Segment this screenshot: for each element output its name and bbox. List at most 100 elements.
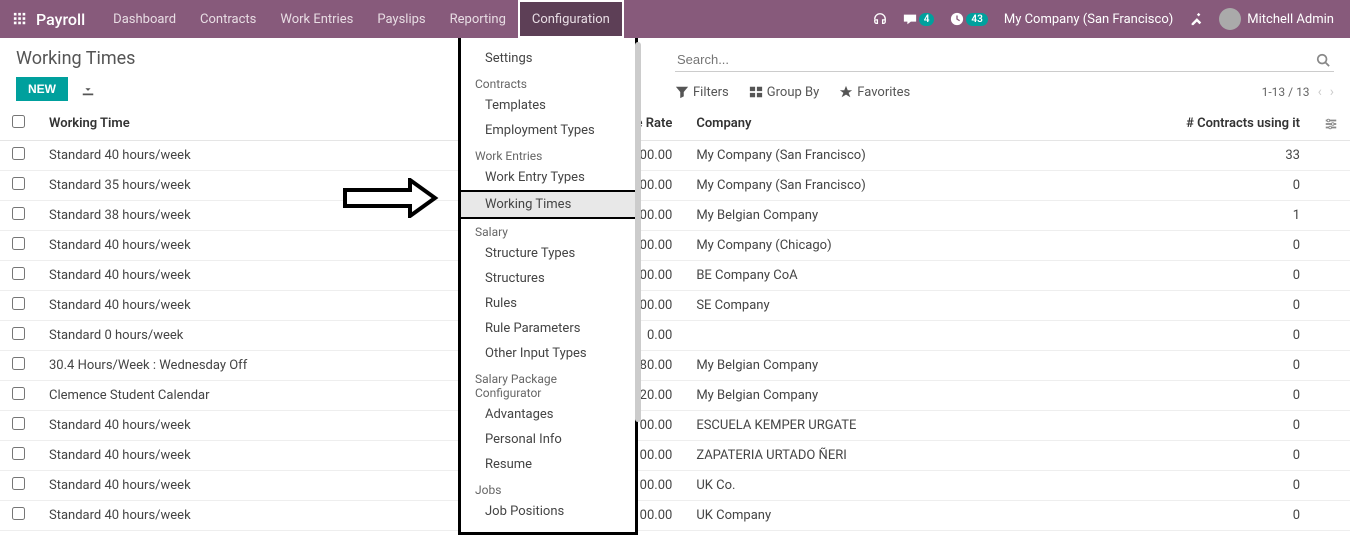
cell-company: SE Company	[684, 291, 1152, 321]
cell-contracts: 0	[1152, 321, 1312, 351]
company-name: My Company (San Francisco)	[1004, 12, 1173, 27]
filters-button[interactable]: Filters	[675, 85, 729, 100]
table-row[interactable]: Standard 40 hours/week100.00ZAPATERIA UR…	[0, 441, 1350, 471]
company-selector[interactable]: My Company (San Francisco)	[996, 0, 1181, 38]
table-row[interactable]: 30.4 Hours/Week : Wednesday Off80.00My B…	[0, 351, 1350, 381]
activities-badge: 43	[966, 13, 987, 26]
dd-item-templates[interactable]: Templates	[461, 93, 635, 118]
row-checkbox[interactable]	[12, 477, 25, 490]
control-panel: Working Times NEW Filters Group By Favor…	[0, 38, 1350, 107]
dd-item-settings[interactable]: Settings	[461, 46, 635, 71]
dd-item-working-times[interactable]: Working Times	[459, 190, 637, 219]
row-checkbox[interactable]	[12, 327, 25, 340]
table-row[interactable]: Standard 40 hours/week100.00My Company (…	[0, 141, 1350, 171]
row-checkbox[interactable]	[12, 357, 25, 370]
pager-next-icon[interactable]: ›	[1330, 84, 1334, 100]
user-menu[interactable]: Mitchell Admin	[1211, 0, 1342, 38]
dd-section-work-entries: Work Entries	[461, 143, 635, 165]
tools-icon[interactable]	[1181, 0, 1211, 38]
cell-company: ZAPATERIA URTADO ÑERI	[684, 441, 1152, 471]
working-times-table: Working Time Time Rate Company # Contrac…	[0, 107, 1350, 531]
activities-icon[interactable]: 43	[942, 0, 995, 38]
cell-company: My Belgian Company	[684, 201, 1152, 231]
table-row[interactable]: Standard 40 hours/week100.00My Company (…	[0, 231, 1350, 261]
cell-company: My Company (San Francisco)	[684, 141, 1152, 171]
favorites-label: Favorites	[857, 85, 910, 100]
dd-item-structures[interactable]: Structures	[461, 266, 635, 291]
nav-work-entries[interactable]: Work Entries	[268, 0, 365, 38]
row-checkbox[interactable]	[12, 417, 25, 430]
table-row[interactable]: Standard 40 hours/week100.00UK Co.0	[0, 471, 1350, 501]
app-name[interactable]: Payroll	[36, 10, 85, 29]
group-by-button[interactable]: Group By	[749, 85, 820, 100]
import-icon[interactable]	[81, 82, 95, 97]
nav-reporting[interactable]: Reporting	[438, 0, 518, 38]
dd-item-rules[interactable]: Rules	[461, 291, 635, 316]
col-options[interactable]	[1312, 107, 1350, 141]
cell-company: BE Company CoA	[684, 261, 1152, 291]
table-row[interactable]: Standard 40 hours/week100.00ESCUELA KEMP…	[0, 411, 1350, 441]
table-row[interactable]: Standard 40 hours/week100.00UK Company0	[0, 501, 1350, 531]
nav-configuration[interactable]: Configuration	[518, 0, 624, 38]
dd-item-resume[interactable]: Resume	[461, 452, 635, 477]
nav-payslips[interactable]: Payslips	[365, 0, 437, 38]
cell-contracts: 0	[1152, 171, 1312, 201]
new-button[interactable]: NEW	[16, 77, 68, 101]
avatar	[1219, 8, 1241, 30]
row-checkbox[interactable]	[12, 507, 25, 520]
pager-text[interactable]: 1-13 / 13	[1262, 85, 1310, 99]
pager-prev-icon[interactable]: ‹	[1318, 84, 1322, 100]
annotation-arrow	[340, 178, 440, 222]
table-row[interactable]: Standard 40 hours/week100.00BE Company C…	[0, 261, 1350, 291]
search-input[interactable]	[675, 48, 1334, 72]
row-checkbox[interactable]	[12, 207, 25, 220]
dd-item-structure-types[interactable]: Structure Types	[461, 241, 635, 266]
table-row[interactable]: Standard 35 hours/week100.00My Company (…	[0, 171, 1350, 201]
row-checkbox[interactable]	[12, 237, 25, 250]
cell-company: My Belgian Company	[684, 381, 1152, 411]
cell-contracts: 33	[1152, 141, 1312, 171]
row-checkbox[interactable]	[12, 387, 25, 400]
cell-contracts: 0	[1152, 411, 1312, 441]
dd-item-advantages[interactable]: Advantages	[461, 402, 635, 427]
table-row[interactable]: Standard 38 hours/week100.00My Belgian C…	[0, 201, 1350, 231]
dd-section-contracts: Contracts	[461, 71, 635, 93]
cell-company: UK Company	[684, 501, 1152, 531]
table-row[interactable]: Standard 0 hours/week0.000	[0, 321, 1350, 351]
dd-item-other-input-types[interactable]: Other Input Types	[461, 341, 635, 366]
support-icon[interactable]	[865, 0, 895, 38]
dd-item-rule-parameters[interactable]: Rule Parameters	[461, 316, 635, 341]
nav-dashboard[interactable]: Dashboard	[101, 0, 188, 38]
cell-contracts: 0	[1152, 501, 1312, 531]
dd-section-salary-package-configurator: Salary Package Configurator	[461, 366, 635, 402]
select-all-checkbox[interactable]	[12, 115, 25, 128]
row-checkbox[interactable]	[12, 177, 25, 190]
messaging-icon[interactable]: 4	[895, 0, 943, 38]
search-icon[interactable]	[1316, 52, 1330, 67]
filters-label: Filters	[693, 85, 729, 100]
cell-contracts: 0	[1152, 441, 1312, 471]
cell-contracts: 1	[1152, 201, 1312, 231]
favorites-button[interactable]: Favorites	[839, 85, 910, 100]
col-company[interactable]: Company	[684, 107, 1152, 141]
chat-badge: 4	[919, 13, 935, 26]
row-checkbox[interactable]	[12, 147, 25, 160]
col-contracts[interactable]: # Contracts using it	[1152, 107, 1312, 141]
table-container: Working Time Time Rate Company # Contrac…	[0, 107, 1350, 531]
dd-item-job-positions[interactable]: Job Positions	[461, 499, 635, 524]
dd-item-employment-types[interactable]: Employment Types	[461, 118, 635, 143]
row-checkbox[interactable]	[12, 267, 25, 280]
dd-item-personal-info[interactable]: Personal Info	[461, 427, 635, 452]
dd-section-jobs: Jobs	[461, 477, 635, 499]
table-row[interactable]: Standard 40 hours/week100.00SE Company0	[0, 291, 1350, 321]
apps-icon[interactable]	[8, 12, 32, 26]
dd-item-work-entry-types[interactable]: Work Entry Types	[461, 165, 635, 190]
cell-company: My Belgian Company	[684, 351, 1152, 381]
cell-contracts: 0	[1152, 471, 1312, 501]
nav-contracts[interactable]: Contracts	[188, 0, 268, 38]
table-row[interactable]: Clemence Student Calendar20.00My Belgian…	[0, 381, 1350, 411]
cell-company: My Company (San Francisco)	[684, 171, 1152, 201]
cell-contracts: 0	[1152, 381, 1312, 411]
row-checkbox[interactable]	[12, 447, 25, 460]
row-checkbox[interactable]	[12, 297, 25, 310]
